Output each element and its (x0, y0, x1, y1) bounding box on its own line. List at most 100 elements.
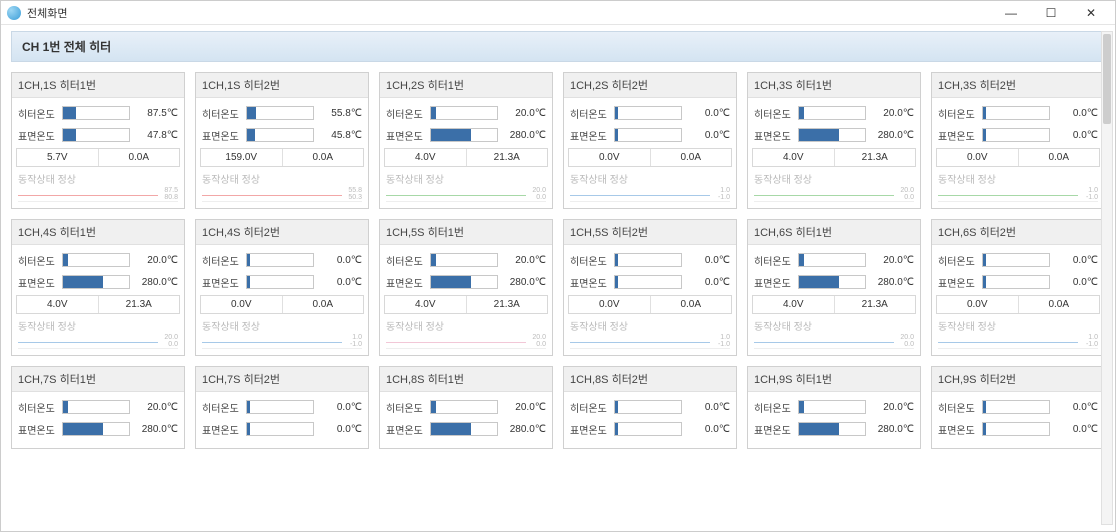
sparkline: 1.0 -1.0 (570, 335, 730, 349)
voltage-value: 0.0V (937, 149, 1019, 166)
heater-temp-row: 히터온도 0.0℃ (202, 251, 362, 269)
card-title: 1CH,8S 히터2번 (564, 367, 736, 392)
sparkline: 1.0 -1.0 (938, 188, 1098, 202)
surface-temp-label: 표면온도 (18, 275, 58, 290)
heater-temp-row: 히터온도 55.8℃ (202, 104, 362, 122)
surface-temp-row: 표면온도 280.0℃ (18, 273, 178, 291)
heater-temp-value: 0.0℃ (1054, 255, 1098, 266)
card-title: 1CH,7S 히터1번 (12, 367, 184, 392)
heater-temp-label: 히터온도 (754, 400, 794, 415)
sparkline: 20.0 0.0 (18, 335, 178, 349)
heater-temp-label: 히터온도 (18, 253, 58, 268)
surface-temp-label: 표면온도 (754, 275, 794, 290)
surface-temp-bar-fill (615, 276, 618, 288)
surface-temp-label: 표면온도 (570, 422, 610, 437)
surface-temp-value: 280.0℃ (502, 277, 546, 288)
sparkline-ticks: 20.0 0.0 (158, 334, 178, 348)
heater-temp-value: 0.0℃ (1054, 402, 1098, 413)
current-value: 21.3A (467, 149, 548, 166)
heater-temp-value: 0.0℃ (686, 108, 730, 119)
heater-temp-bar-fill (247, 401, 250, 413)
heater-temp-label: 히터온도 (570, 400, 610, 415)
surface-temp-bar (798, 422, 866, 436)
heater-temp-label: 히터온도 (18, 106, 58, 121)
heater-temp-row: 히터온도 87.5℃ (18, 104, 178, 122)
surface-temp-label: 표면온도 (570, 128, 610, 143)
volt-amp-row: 4.0V 21.3A (16, 295, 180, 314)
status-text: 동작상태 정상 (202, 171, 362, 186)
heater-temp-bar (982, 400, 1050, 414)
surface-temp-value: 0.0℃ (1054, 424, 1098, 435)
volt-amp-row: 4.0V 21.3A (752, 148, 916, 167)
heater-temp-value: 20.0℃ (502, 108, 546, 119)
heater-temp-value: 0.0℃ (1054, 108, 1098, 119)
sparkline-ticks: 87.5 80.8 (158, 187, 178, 201)
sparkline-ticks: 55.8 50.3 (342, 187, 362, 201)
heater-temp-value: 20.0℃ (870, 255, 914, 266)
surface-temp-bar-fill (63, 276, 103, 288)
heater-temp-bar-fill (983, 254, 986, 266)
card-title: 1CH,9S 히터2번 (932, 367, 1104, 392)
heater-temp-label: 히터온도 (570, 253, 610, 268)
sparkline-ticks: 1.0 -1.0 (342, 334, 362, 348)
voltage-value: 4.0V (385, 296, 467, 313)
heater-temp-bar (614, 253, 682, 267)
current-value: 21.3A (467, 296, 548, 313)
heater-card: 1CH,4S 히터2번 히터온도 0.0℃ 표면온도 0.0℃ 0.0V 0.0… (195, 219, 369, 356)
heater-temp-value: 0.0℃ (686, 402, 730, 413)
heater-temp-bar-fill (63, 401, 68, 413)
heater-temp-bar (430, 253, 498, 267)
surface-temp-value: 45.8℃ (318, 130, 362, 141)
heater-temp-value: 20.0℃ (502, 402, 546, 413)
current-value: 21.3A (99, 296, 180, 313)
surface-temp-row: 표면온도 0.0℃ (570, 126, 730, 144)
card-title: 1CH,5S 히터2번 (564, 220, 736, 245)
current-value: 0.0A (1019, 296, 1100, 313)
minimize-button[interactable]: — (993, 3, 1029, 23)
surface-temp-value: 280.0℃ (870, 424, 914, 435)
heater-card: 1CH,4S 히터1번 히터온도 20.0℃ 표면온도 280.0℃ 4.0V … (11, 219, 185, 356)
surface-temp-bar (614, 128, 682, 142)
window-titlebar: 전체화면 — ☐ ✕ (1, 1, 1115, 25)
heater-temp-value: 20.0℃ (134, 255, 178, 266)
surface-temp-row: 표면온도 0.0℃ (570, 420, 730, 438)
heater-temp-bar (246, 253, 314, 267)
voltage-value: 159.0V (201, 149, 283, 166)
heater-temp-row: 히터온도 20.0℃ (754, 104, 914, 122)
voltage-value: 0.0V (569, 296, 651, 313)
heater-temp-label: 히터온도 (938, 106, 978, 121)
spark-tick-top: 1.0 (710, 334, 730, 341)
sparkline: 87.5 80.8 (18, 188, 178, 202)
spark-tick-bot: 0.0 (526, 194, 546, 201)
heater-temp-row: 히터온도 20.0℃ (754, 251, 914, 269)
heater-temp-label: 히터온도 (754, 253, 794, 268)
heater-temp-bar-fill (247, 107, 256, 119)
vertical-scrollbar[interactable] (1101, 31, 1113, 525)
surface-temp-label: 표면온도 (18, 128, 58, 143)
heater-temp-label: 히터온도 (386, 106, 426, 121)
maximize-button[interactable]: ☐ (1033, 3, 1069, 23)
sparkline: 1.0 -1.0 (938, 335, 1098, 349)
heater-card: 1CH,1S 히터1번 히터온도 87.5℃ 표면온도 47.8℃ 5.7V 0… (11, 72, 185, 209)
heater-temp-bar (982, 106, 1050, 120)
surface-temp-bar-fill (799, 129, 839, 141)
status-text: 동작상태 정상 (386, 318, 546, 333)
surface-temp-bar-fill (247, 423, 250, 435)
status-text: 동작상태 정상 (18, 318, 178, 333)
spark-tick-top: 87.5 (158, 187, 178, 194)
spark-tick-top: 20.0 (526, 187, 546, 194)
heater-card: 1CH,5S 히터2번 히터온도 0.0℃ 표면온도 0.0℃ 0.0V 0.0… (563, 219, 737, 356)
volt-amp-row: 0.0V 0.0A (936, 148, 1100, 167)
close-button[interactable]: ✕ (1073, 3, 1109, 23)
card-title: 1CH,2S 히터1번 (380, 73, 552, 98)
heater-temp-row: 히터온도 0.0℃ (202, 398, 362, 416)
heater-temp-row: 히터온도 20.0℃ (386, 398, 546, 416)
current-value: 0.0A (99, 149, 180, 166)
spark-tick-bot: 0.0 (526, 341, 546, 348)
page-header: CH 1번 전체 히터 (11, 31, 1105, 62)
scrollbar-thumb[interactable] (1103, 34, 1111, 124)
spark-tick-top: 20.0 (894, 334, 914, 341)
heater-temp-label: 히터온도 (202, 106, 242, 121)
heater-temp-bar (430, 106, 498, 120)
surface-temp-bar-fill (615, 423, 618, 435)
